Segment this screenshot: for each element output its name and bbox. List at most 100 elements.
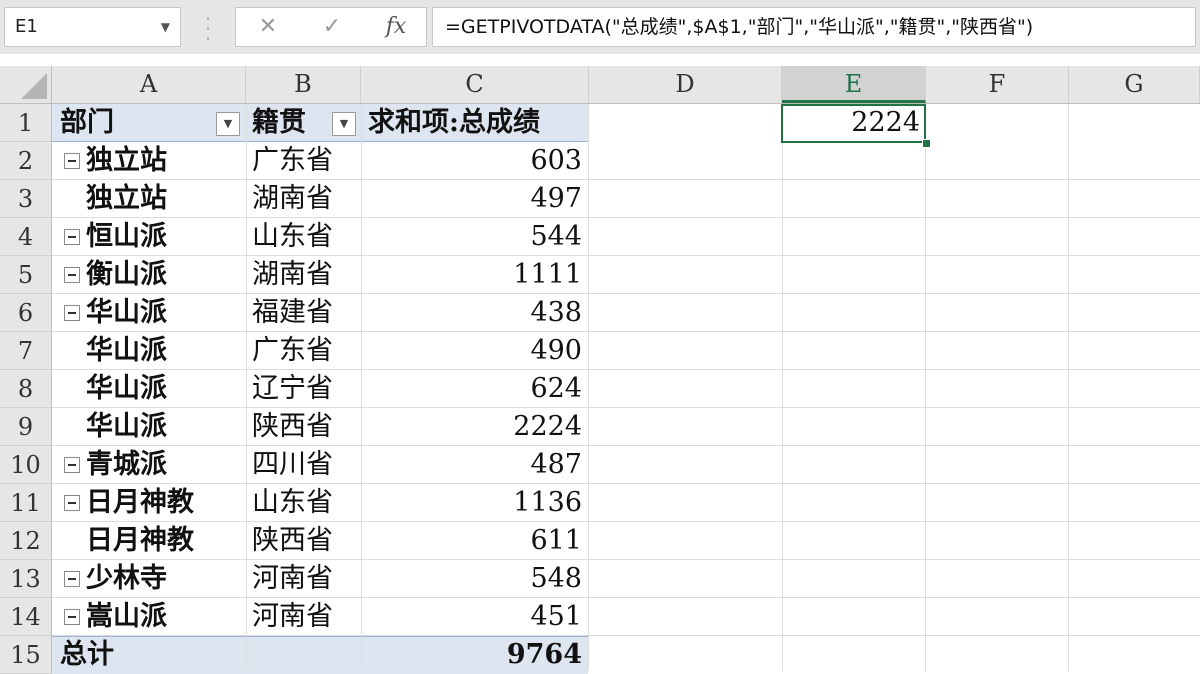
row-header[interactable]: 7: [0, 332, 52, 370]
pivot-header-origin: 籍贯: [252, 107, 306, 138]
pivot-header-dept: 部门: [60, 107, 114, 138]
row-header[interactable]: 14: [0, 598, 52, 636]
pivot-row-value: 451: [530, 601, 582, 632]
row-header[interactable]: 8: [0, 370, 52, 408]
collapse-icon[interactable]: [64, 153, 80, 169]
formula-actions: ✕ ✓ fx: [235, 7, 427, 47]
selected-cell-border: [781, 104, 926, 143]
grid-line: [52, 635, 1200, 636]
row-header[interactable]: 4: [0, 218, 52, 256]
pivot-row-dept: 华山派: [86, 373, 167, 404]
grid-line: [52, 217, 1200, 218]
collapse-icon[interactable]: [64, 305, 80, 321]
column-header-row: A B C D E F G: [0, 66, 1200, 104]
pivot-row-origin: 广东省: [252, 335, 333, 366]
pivot-row-origin: 河南省: [252, 563, 333, 594]
pivot-row-dept: 独立站: [86, 145, 167, 176]
grid-line: [52, 445, 1200, 446]
pivot-row-dept: 华山派: [86, 297, 167, 328]
pivot-row-value: 1136: [513, 487, 582, 518]
pivot-row-origin: 四川省: [252, 449, 333, 480]
pivot-row-dept: 青城派: [86, 449, 167, 480]
collapse-icon[interactable]: [64, 609, 80, 625]
row-header[interactable]: 6: [0, 294, 52, 332]
grid-line: [782, 104, 783, 671]
pivot-row-origin: 辽宁省: [252, 373, 333, 404]
pivot-row-dept: 日月神教: [86, 525, 194, 556]
cancel-icon[interactable]: ✕: [248, 8, 288, 46]
collapse-icon[interactable]: [64, 229, 80, 245]
grid-line: [246, 104, 247, 671]
pivot-row-value: 438: [530, 297, 582, 328]
grid-line: [52, 293, 1200, 294]
column-header-f[interactable]: F: [926, 66, 1069, 103]
grid-line: [52, 407, 1200, 408]
pivot-row-value: 611: [530, 525, 582, 556]
name-box[interactable]: E1 ▼: [4, 7, 181, 47]
pivot-row-value: 624: [530, 373, 582, 404]
collapse-icon[interactable]: [64, 571, 80, 587]
enter-icon[interactable]: ✓: [312, 8, 352, 46]
grid-line: [52, 597, 1200, 598]
formula-bar: E1 ▼ · · · ✕ ✓ fx =GETPIVOTDATA("总成绩",$A$1…: [0, 0, 1200, 54]
row-header[interactable]: 2: [0, 142, 52, 180]
filter-dropdown-icon[interactable]: ▼: [216, 112, 240, 136]
pivot-row-origin: 陕西省: [252, 525, 333, 556]
row-header[interactable]: 11: [0, 484, 52, 522]
column-header-g[interactable]: G: [1069, 66, 1200, 103]
row-header[interactable]: 3: [0, 180, 52, 218]
row-header[interactable]: 13: [0, 560, 52, 598]
pivot-row-value: 487: [530, 449, 582, 480]
collapse-icon[interactable]: [64, 495, 80, 511]
pivot-row-origin: 广东省: [252, 145, 333, 176]
insert-function-icon[interactable]: fx: [376, 8, 416, 46]
fill-handle[interactable]: [922, 139, 931, 148]
select-all-icon: [21, 73, 47, 99]
row-header[interactable]: 5: [0, 256, 52, 294]
column-header-c[interactable]: C: [361, 66, 589, 103]
chevron-down-icon[interactable]: ▼: [161, 8, 170, 46]
grid-line: [52, 179, 1200, 180]
pivot-row-origin: 山东省: [252, 487, 333, 518]
column-header-d[interactable]: D: [589, 66, 782, 103]
pivot-row-value: 544: [530, 221, 582, 252]
collapse-icon[interactable]: [64, 267, 80, 283]
pivot-total-label: 总计: [60, 639, 114, 670]
select-all-button[interactable]: [0, 66, 52, 103]
grid-line: [1068, 104, 1069, 671]
pivot-row-value: 1111: [513, 259, 582, 290]
collapse-icon[interactable]: [64, 457, 80, 473]
filter-dropdown-icon[interactable]: ▼: [332, 112, 356, 136]
grid-line: [52, 483, 1200, 484]
column-header-a[interactable]: A: [52, 66, 246, 103]
grid-line: [52, 369, 1200, 370]
more-icon[interactable]: · · ·: [200, 10, 216, 48]
row-header[interactable]: 12: [0, 522, 52, 560]
grid-line: [52, 521, 1200, 522]
column-header-e[interactable]: E: [782, 66, 926, 103]
row-header[interactable]: 15: [0, 636, 52, 674]
pivot-row-dept: 华山派: [86, 335, 167, 366]
pivot-row-origin: 陕西省: [252, 411, 333, 442]
pivot-row-value: 548: [530, 563, 582, 594]
pivot-row-value: 490: [530, 335, 582, 366]
row-header[interactable]: 10: [0, 446, 52, 484]
pivot-row-dept: 少林寺: [86, 563, 167, 594]
pivot-row-origin: 山东省: [252, 221, 333, 252]
row-header[interactable]: 1: [0, 104, 52, 142]
pivot-row-dept: 华山派: [86, 411, 167, 442]
formula-input[interactable]: =GETPIVOTDATA("总成绩",$A$1,"部门","华山派","籍贯"…: [432, 7, 1196, 47]
pivot-row-dept: 独立站: [86, 183, 167, 214]
cell-grid[interactable]: 部门 ▼ 籍贯 ▼ 求和项:总成绩 总计 9764 2224 独立站 广东省 603…: [52, 104, 1200, 674]
pivot-row-value: 603: [530, 145, 582, 176]
column-header-b[interactable]: B: [246, 66, 361, 103]
pivot-row-origin: 湖南省: [252, 183, 333, 214]
pivot-total-value: 9764: [506, 639, 582, 670]
pivot-row-origin: 湖南省: [252, 259, 333, 290]
name-box-value: E1: [15, 16, 38, 37]
pivot-row-origin: 河南省: [252, 601, 333, 632]
pivot-row-origin: 福建省: [252, 297, 333, 328]
pivot-row-dept: 衡山派: [86, 259, 167, 290]
row-header[interactable]: 9: [0, 408, 52, 446]
grid-line: [52, 331, 1200, 332]
